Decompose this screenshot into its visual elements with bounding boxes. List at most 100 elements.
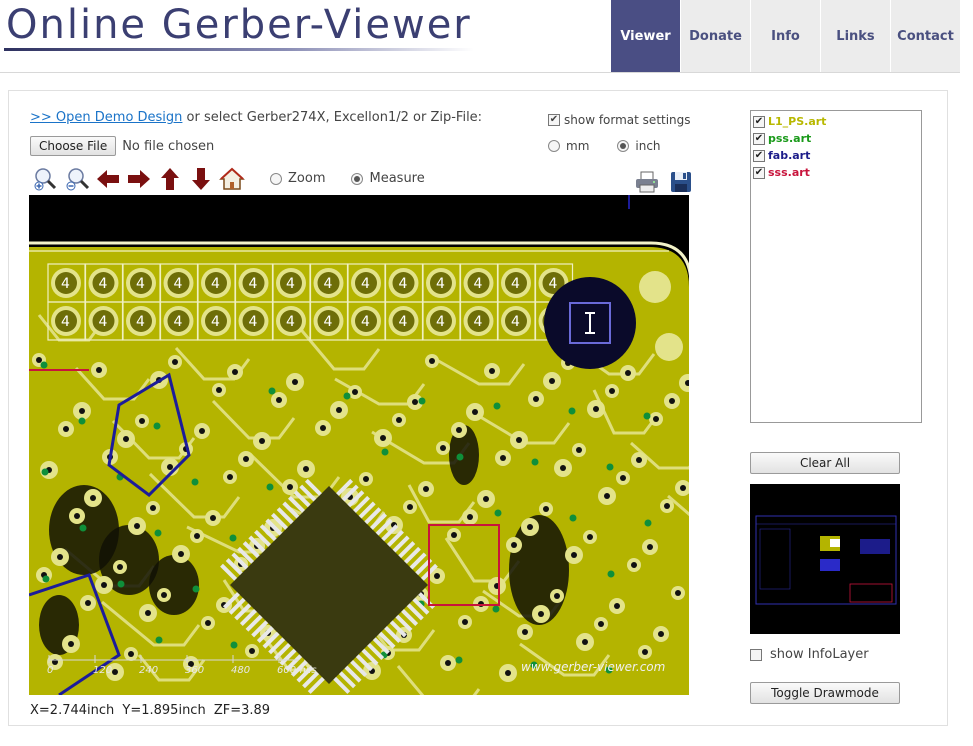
svg-text:4: 4: [511, 276, 520, 292]
layer-item[interactable]: ✔ L1_PS.art: [753, 113, 919, 130]
main-nav: Viewer Donate Info Links Contact: [610, 0, 960, 72]
gerber-canvas[interactable]: 4444444444444444444444444444 01202403604…: [29, 195, 689, 695]
logo-underline: [4, 48, 474, 51]
zoom-out-icon[interactable]: [61, 165, 92, 193]
svg-text:4: 4: [136, 276, 145, 292]
print-icon[interactable]: [634, 168, 660, 196]
svg-text:4: 4: [99, 276, 108, 292]
mode-measure-label: Measure: [369, 171, 425, 186]
arrow-down-icon[interactable]: [185, 165, 216, 193]
svg-text:4: 4: [136, 314, 145, 330]
mode-measure-radio[interactable]: [351, 172, 364, 185]
header: Online Gerber-Viewer Viewer Donate Info …: [0, 0, 960, 73]
choose-file-button[interactable]: Choose File: [30, 136, 117, 156]
svg-text:4: 4: [174, 314, 183, 330]
home-icon[interactable]: [216, 165, 247, 193]
scale-label: 240: [139, 665, 158, 676]
layer-name: L1_PS.art: [768, 115, 827, 128]
mode-zoom-label: Zoom: [288, 171, 326, 186]
svg-text:4: 4: [99, 314, 108, 330]
scale-label: 600mils: [277, 665, 317, 676]
svg-text:4: 4: [361, 276, 370, 292]
show-infolayer-toggle[interactable]: show InfoLayer: [750, 647, 869, 662]
unit-mm-radio[interactable]: [548, 140, 560, 152]
mode-zoom-option[interactable]: Zoom: [270, 171, 325, 186]
zoom-in-icon[interactable]: [30, 165, 61, 193]
svg-text:4: 4: [286, 276, 295, 292]
header-divider: [0, 72, 960, 73]
layer-item[interactable]: ✔ sss.art: [753, 164, 919, 181]
layer-list: ✔ L1_PS.art ✔ pss.art ✔ fab.art ✔ sss.ar…: [750, 110, 922, 423]
file-picker: Choose File No file chosen: [30, 136, 214, 156]
layer-checkbox[interactable]: ✔: [753, 115, 765, 128]
toggle-drawmode-button[interactable]: Toggle Drawmode: [750, 682, 900, 704]
svg-text:4: 4: [61, 314, 70, 330]
arrow-right-icon[interactable]: [123, 165, 154, 193]
svg-text:4: 4: [436, 314, 445, 330]
unit-mm-label: mm: [566, 139, 590, 153]
coord-y: Y=1.895inch: [122, 703, 206, 718]
svg-text:4: 4: [436, 276, 445, 292]
mode-zoom-radio[interactable]: [270, 172, 282, 185]
pcb-drawing: 4444444444444444444444444444 01202403604…: [29, 195, 689, 695]
svg-text:4: 4: [361, 314, 370, 330]
layer-name: sss.art: [768, 166, 810, 179]
open-design-row: >> Open Demo Design or select Gerber274X…: [30, 110, 482, 125]
zoom-factor: ZF=3.89: [213, 703, 271, 718]
svg-text:4: 4: [474, 314, 483, 330]
svg-text:4: 4: [549, 276, 558, 292]
open-demo-link[interactable]: >> Open Demo Design: [30, 110, 182, 125]
svg-text:4: 4: [174, 276, 183, 292]
arrow-left-icon[interactable]: [92, 165, 123, 193]
clear-all-button[interactable]: Clear All: [750, 452, 900, 474]
tab-contact[interactable]: Contact: [890, 0, 960, 72]
scale-label: 0: [47, 665, 53, 676]
svg-text:4: 4: [399, 314, 408, 330]
svg-text:4: 4: [399, 276, 408, 292]
tab-info[interactable]: Info: [750, 0, 820, 72]
show-format-settings-checkbox[interactable]: ✔: [548, 114, 560, 126]
mode-measure-option[interactable]: Measure: [351, 171, 425, 186]
canvas-watermark: www.gerber-viewer.com: [521, 660, 665, 674]
open-design-text: or select Gerber274X, Excellon1/2 or Zip…: [182, 110, 483, 125]
save-icon[interactable]: [668, 168, 694, 196]
unit-inch-option[interactable]: inch: [617, 139, 661, 153]
layer-checkbox[interactable]: ✔: [753, 132, 765, 145]
svg-text:4: 4: [211, 276, 220, 292]
svg-text:4: 4: [324, 276, 333, 292]
mouse-mode-selector: Zoom Measure: [270, 171, 451, 186]
svg-text:4: 4: [249, 314, 258, 330]
board-overview-thumbnail[interactable]: [750, 484, 900, 634]
svg-text:4: 4: [211, 314, 220, 330]
show-infolayer-checkbox[interactable]: [750, 648, 762, 661]
svg-text:4: 4: [511, 314, 520, 330]
layer-checkbox[interactable]: ✔: [753, 149, 765, 162]
tab-viewer[interactable]: Viewer: [610, 0, 680, 72]
layer-item[interactable]: ✔ fab.art: [753, 147, 919, 164]
format-settings-toggle[interactable]: ✔ show format settings: [548, 113, 691, 127]
site-logo[interactable]: Online Gerber-Viewer: [6, 2, 472, 48]
tab-donate[interactable]: Donate: [680, 0, 750, 72]
unit-mm-option[interactable]: mm: [548, 139, 589, 153]
layer-checkbox[interactable]: ✔: [753, 166, 765, 179]
scale-label: 480: [231, 665, 250, 676]
svg-text:4: 4: [324, 314, 333, 330]
svg-text:4: 4: [286, 314, 295, 330]
arrow-up-icon[interactable]: [154, 165, 185, 193]
svg-text:4: 4: [249, 276, 258, 292]
show-infolayer-label: show InfoLayer: [770, 647, 869, 662]
coord-x: X=2.744inch: [30, 703, 115, 718]
no-file-text: No file chosen: [122, 138, 215, 154]
view-toolbar: [30, 164, 247, 194]
layer-item[interactable]: ✔ pss.art: [753, 130, 919, 147]
svg-text:4: 4: [61, 276, 70, 292]
scale-label: 120: [93, 665, 112, 676]
unit-inch-radio[interactable]: [617, 140, 630, 152]
layer-name: fab.art: [768, 149, 811, 162]
cursor-coordinates: X=2.744inch Y=1.895inch ZF=3.89: [30, 703, 274, 718]
output-tools: [634, 168, 694, 196]
svg-text:4: 4: [474, 276, 483, 292]
layer-name: pss.art: [768, 132, 812, 145]
unit-inch-label: inch: [635, 139, 661, 153]
tab-links[interactable]: Links: [820, 0, 890, 72]
